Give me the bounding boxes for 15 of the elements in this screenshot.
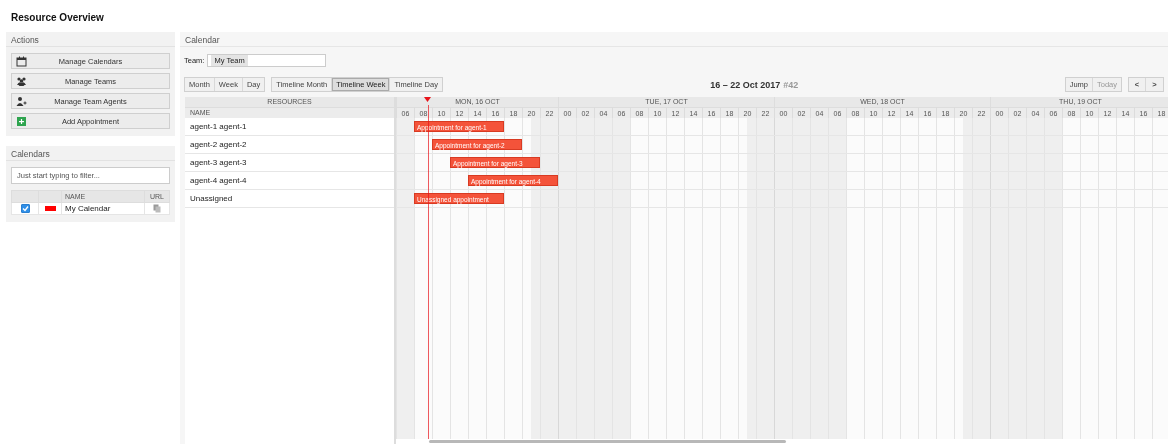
- panel-title: Calendars: [6, 146, 175, 161]
- user-add-icon: [16, 96, 27, 107]
- checkbox[interactable]: [20, 204, 30, 214]
- week-number: #42: [783, 79, 799, 90]
- copy-icon: [153, 204, 161, 214]
- scrollbar-thumb[interactable]: [429, 440, 786, 443]
- page-title: Resource Overview: [10, 11, 105, 25]
- panel-title: Calendar: [180, 32, 1168, 47]
- panel-title: Actions: [6, 32, 175, 47]
- calendar-icon: [16, 56, 27, 67]
- checkmark-icon: [21, 205, 29, 213]
- group-icon: [16, 76, 27, 87]
- plus-icon: [16, 116, 27, 127]
- date-range: 16 – 22 Oct 2017: [710, 79, 781, 90]
- current-time-marker-icon: [424, 97, 432, 102]
